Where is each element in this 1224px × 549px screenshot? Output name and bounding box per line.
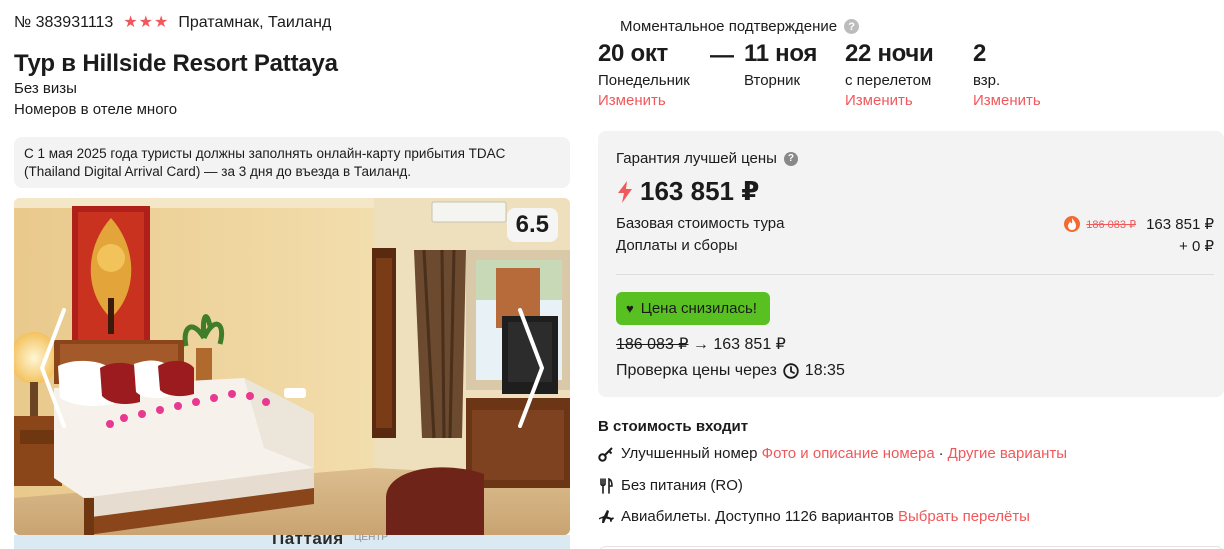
- include-meal: Без питания (RO): [598, 477, 743, 494]
- trip-date-from: 20 окт Понедельник Изменить: [598, 40, 690, 109]
- gallery-prev-button[interactable]: [38, 308, 68, 428]
- rooms-availability: Номеров в отеле много: [14, 101, 178, 118]
- guests-note: взр.: [973, 72, 1001, 89]
- price-change-old: 186 083 ₽: [616, 336, 689, 353]
- change-guests-link[interactable]: Изменить: [973, 92, 1041, 109]
- base-price-old: 186 083 ₽: [1086, 218, 1137, 231]
- key-icon: [598, 446, 614, 462]
- booking-panel: Моментальное подтверждение ? 20 окт Поне…: [598, 0, 1224, 549]
- page-title: Тур в Hillside Resort Pattaya: [14, 50, 338, 77]
- star-icon: ★: [123, 14, 138, 31]
- star-icon: ★: [154, 14, 169, 31]
- price-check-time: 18:35: [804, 362, 845, 379]
- total-price-value: 163 851 ₽: [640, 176, 760, 206]
- room-type: Улучшенный номер: [621, 445, 758, 462]
- cutlery-icon: [598, 477, 614, 494]
- map-city-label: Паттайя: [272, 535, 344, 548]
- heart-icon: ♥: [626, 301, 634, 316]
- hotel-rating: 6.5: [506, 208, 558, 242]
- base-price-value: 163 851 ₽: [1146, 216, 1214, 233]
- guests-value: 2: [973, 40, 987, 67]
- instant-confirmation-label: Моментальное подтверждение: [620, 18, 838, 35]
- airplane-icon: [598, 509, 614, 525]
- chevron-right-icon: [518, 308, 544, 428]
- separator-dot: ·: [938, 445, 944, 462]
- price-guarantee: Гарантия лучшей цены ?: [616, 150, 798, 167]
- date-separator: —: [710, 42, 734, 69]
- change-nights-link[interactable]: Изменить: [845, 92, 934, 109]
- price-change-new: 163 851 ₽: [713, 336, 786, 353]
- gallery-next-button[interactable]: [516, 308, 546, 428]
- trip-summary: 20 окт Понедельник Изменить — 11 ноя Вто…: [598, 40, 1224, 110]
- total-price: 163 851 ₽: [618, 176, 759, 207]
- price-check: Проверка цены через 18:35: [616, 362, 845, 380]
- fees-row: Доплаты и сборы + 0 ₽: [616, 237, 1214, 255]
- hotel-location: Пратамнак, Таиланд: [178, 14, 332, 31]
- price-guarantee-label: Гарантия лучшей цены: [616, 150, 777, 167]
- trip-date-to: 11 ноя Вторник: [744, 40, 817, 89]
- arrow-right-icon: →: [692, 336, 709, 353]
- nights-value: 22 ночи: [845, 40, 934, 67]
- change-dates-link[interactable]: Изменить: [598, 92, 690, 109]
- lightning-icon: [618, 180, 632, 203]
- choose-flights-link[interactable]: Выбрать перелёты: [898, 508, 1030, 525]
- meal-type: Без питания (RO): [621, 477, 743, 494]
- hotel-meta: № 383931113 ★ ★ ★ Пратамнак, Таиланд: [14, 14, 331, 32]
- instant-confirmation: Моментальное подтверждение ?: [620, 18, 860, 35]
- base-price-row: Базовая стоимость тура 186 083 ₽ 163 851…: [616, 215, 1214, 233]
- fees-label: Доплаты и сборы: [616, 237, 738, 254]
- price-card: Гарантия лучшей цены ? 163 851 ₽ Базовая…: [598, 131, 1224, 397]
- price-dropped-badge: ♥ Цена снизилась!: [616, 292, 770, 325]
- price-check-label: Проверка цены через: [616, 362, 777, 379]
- hotel-stars: ★ ★ ★: [123, 15, 168, 31]
- base-price-label: Базовая стоимость тура: [616, 215, 785, 232]
- includes-title: В стоимость входит: [598, 418, 749, 435]
- date-from-value: 20 окт: [598, 40, 668, 67]
- include-flights: Авиабилеты. Доступно 1126 вариантов Выбр…: [598, 508, 1030, 525]
- divider: [616, 274, 1214, 275]
- visa-info: Без визы: [14, 80, 77, 97]
- nights-note: с перелетом: [845, 72, 932, 89]
- flights-info: Авиабилеты. Доступно 1126 вариантов: [621, 508, 894, 525]
- trip-nights: 22 ночи с перелетом Изменить: [845, 40, 934, 109]
- help-icon[interactable]: ?: [844, 19, 860, 34]
- fees-value: + 0 ₽: [1179, 238, 1214, 255]
- trip-guests: 2 взр. Изменить: [973, 40, 1041, 109]
- include-room: Улучшенный номер Фото и описание номера ·…: [598, 445, 1067, 462]
- other-rooms-link[interactable]: Другие варианты: [948, 445, 1067, 462]
- tour-number: № 383931113: [14, 14, 114, 31]
- map-centre-label: ЦЕНТР: [354, 535, 389, 543]
- price-dropped-label: Цена снизилась!: [640, 300, 757, 317]
- hotel-map[interactable]: Паттайя ЦЕНТР: [14, 535, 570, 549]
- room-photo: [14, 198, 570, 535]
- date-to-value: 11 ноя: [744, 40, 818, 67]
- tdac-notice: С 1 мая 2025 года туристы должны заполня…: [14, 137, 570, 188]
- help-icon[interactable]: ?: [783, 151, 798, 166]
- chevron-left-icon: [40, 308, 66, 428]
- star-icon: ★: [138, 14, 154, 31]
- room-photos-link[interactable]: Фото и описание номера: [762, 445, 935, 462]
- clock-icon: [783, 363, 799, 379]
- hotel-photo-gallery[interactable]: 6.5: [14, 198, 570, 535]
- price-change: 186 083 ₽ → 163 851 ₽: [616, 334, 786, 354]
- date-to-weekday: Вторник: [744, 72, 801, 89]
- fire-icon: [1064, 216, 1081, 232]
- date-from-weekday: Понедельник: [598, 72, 690, 89]
